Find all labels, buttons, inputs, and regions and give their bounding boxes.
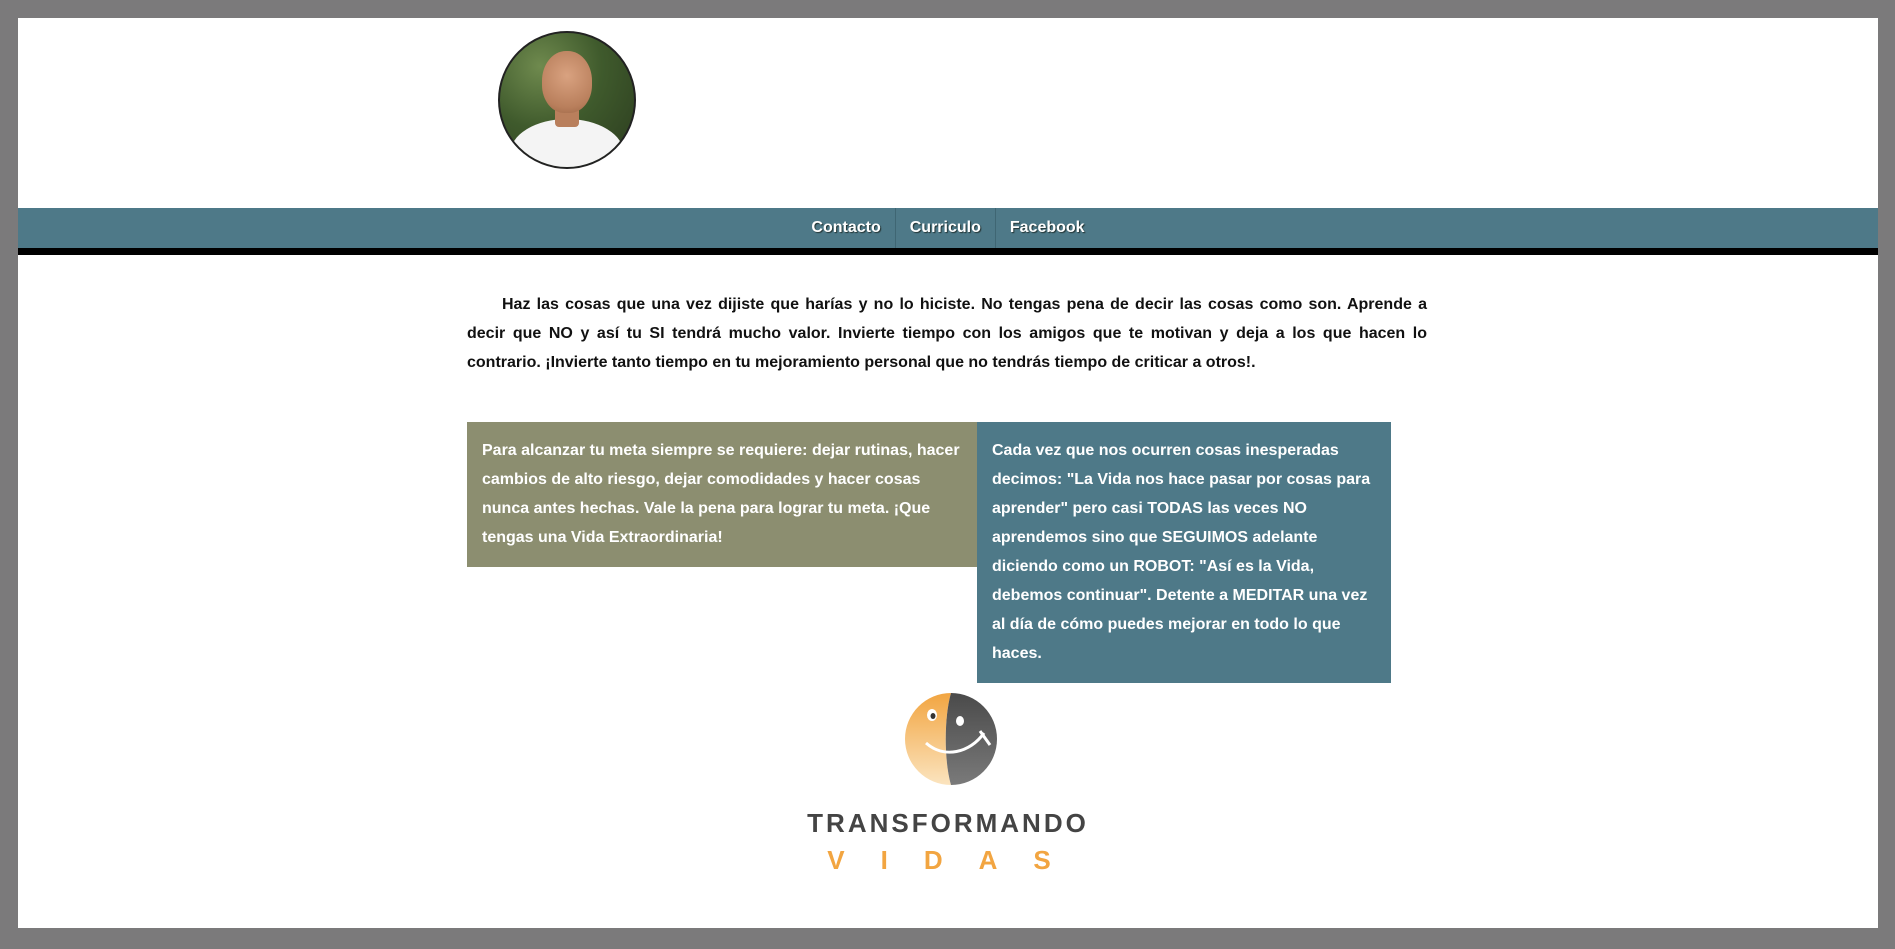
brand-title: TRANSFORMANDO (807, 808, 1089, 838)
avatar-face (542, 51, 592, 113)
nav-item-contacto[interactable]: Contacto (797, 208, 894, 248)
quote-box-left: Para alcanzar tu meta siempre se requier… (467, 422, 977, 567)
quote-box-left-text: Para alcanzar tu meta siempre se requier… (482, 442, 960, 546)
nav-bar: Contacto Curriculo Facebook (18, 208, 1878, 248)
smiley-logo-icon (905, 693, 997, 785)
page: Contacto Curriculo Facebook Haz las cosa… (18, 18, 1878, 928)
quote-box-right: Cada vez que nos ocurren cosas inesperad… (977, 422, 1391, 683)
nav-divider (18, 248, 1878, 255)
intro-paragraph: Haz las cosas que una vez dijiste que ha… (467, 296, 1427, 371)
nav-item-curriculo[interactable]: Curriculo (896, 208, 995, 248)
nav-item-facebook[interactable]: Facebook (996, 208, 1099, 248)
profile-avatar (498, 31, 636, 169)
brand-subtitle: VIDAS (827, 845, 1087, 875)
quote-box-right-text: Cada vez que nos ocurren cosas inesperad… (992, 442, 1371, 662)
